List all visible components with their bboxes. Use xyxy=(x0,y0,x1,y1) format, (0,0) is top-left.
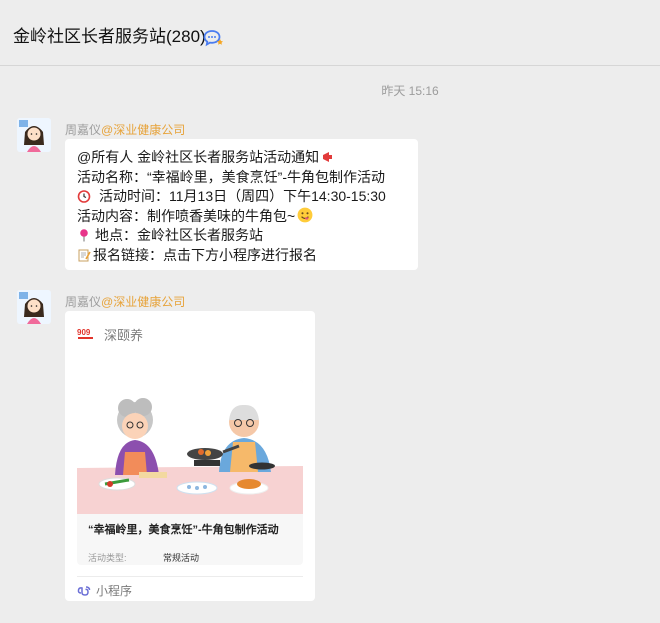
mini-program-footer: 小程序 xyxy=(77,582,132,598)
mini-program-app-name: 深颐养 xyxy=(104,327,144,343)
message-line: 地点：金岭社区长者服务站 xyxy=(77,226,406,246)
time-separator: 昨天 15:16 xyxy=(381,84,439,98)
yum-face-icon xyxy=(297,207,313,223)
mini-program-label: 小程序 xyxy=(96,583,133,598)
card-meta-value: 常规活动 xyxy=(163,553,200,563)
message-line: @所有人 金岭社区长者服务站活动通知 xyxy=(77,148,406,168)
card-title: “幸福岭里，美食烹饪”-牛角包制作活动 xyxy=(88,524,279,536)
mini-program-icon xyxy=(77,586,91,596)
mini-program-preview[interactable]: “幸福岭里，美食烹饪”-牛角包制作活动 活动类型: 常规活动 xyxy=(77,380,303,565)
card-divider xyxy=(77,576,303,577)
sender-name: 周嘉仪@深业健康公司 xyxy=(65,123,186,137)
svg-text:909: 909 xyxy=(77,328,91,337)
mini-program-app-row: 909 深颐养 xyxy=(77,325,143,343)
app-logo-icon: 909 xyxy=(77,328,93,339)
message-line: 活动内容：制作喷香美味的牛角包~ xyxy=(77,207,406,227)
cooking-illustration xyxy=(77,380,303,514)
mini-program-card[interactable]: 909 深颐养 “幸福岭里，美食烹饪”-牛角包制作活动 活动类型: 常规活动 小… xyxy=(65,311,315,601)
card-meta-label: 活动类型: xyxy=(88,553,127,563)
memo-icon xyxy=(78,249,91,262)
pushpin-icon xyxy=(80,229,88,242)
sender-avatar[interactable] xyxy=(17,290,51,324)
chat-header: 金岭社区长者服务站(280) xyxy=(0,0,660,66)
chat-title[interactable]: 金岭社区长者服务站(280) xyxy=(13,27,206,47)
sender-name: 周嘉仪@深业健康公司 xyxy=(65,295,186,309)
text-message-bubble[interactable]: @所有人 金岭社区长者服务站活动通知 活动名称：“幸福岭里，美食烹饪”-牛角包制… xyxy=(65,139,418,270)
sender-avatar[interactable] xyxy=(17,118,51,152)
message-line: 活动名称：“幸福岭里，美食烹饪”-牛角包制作活动 xyxy=(77,168,385,185)
chat-bubble-icon[interactable] xyxy=(203,29,223,47)
alarm-clock-icon xyxy=(77,190,91,203)
megaphone-icon xyxy=(323,152,333,162)
message-line: 报名链接：点击下方小程序进行报名 xyxy=(77,246,406,266)
message-line: 活动时间：11月13日（周四）下午14:30-15:30 xyxy=(77,187,406,207)
